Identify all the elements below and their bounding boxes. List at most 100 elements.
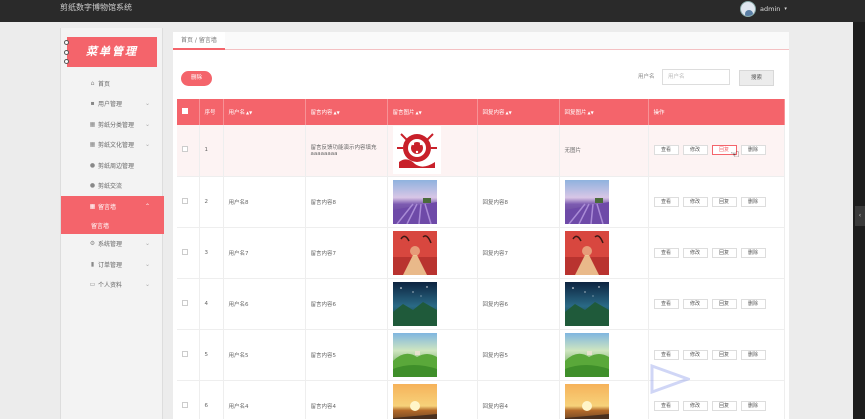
sort-icon[interactable]: ▲▼ — [334, 110, 340, 115]
row-checkbox[interactable] — [182, 197, 188, 204]
delete-button[interactable]: 删除 — [740, 247, 766, 258]
edit-button[interactable]: 修改 — [682, 298, 708, 309]
reply-button[interactable]: 回复 — [711, 196, 737, 207]
sidebar-item[interactable]: ● 剪纸周边管理 — [61, 155, 164, 176]
view-button[interactable]: 查看 — [653, 400, 679, 411]
message-image[interactable] — [392, 230, 437, 275]
row-number: 1 — [199, 125, 224, 177]
column-header[interactable]: 留言图片▲▼ — [387, 99, 478, 125]
reply-image[interactable] — [564, 332, 609, 377]
edit-button[interactable]: 修改 — [682, 247, 708, 258]
reply-button[interactable]: 回复 — [711, 349, 737, 360]
row-select-cell[interactable] — [177, 329, 200, 381]
select-all-checkbox[interactable] — [182, 108, 188, 114]
chevron-down-icon[interactable]: ⌄ — [145, 121, 150, 128]
column-header[interactable]: 回复图片▲▼ — [559, 99, 649, 125]
sidebar-item[interactable]: ▭ 个人资料 ⌄ — [61, 275, 164, 296]
batch-delete-button[interactable]: 删除 — [181, 71, 212, 86]
row-select-cell[interactable] — [177, 278, 200, 330]
username-cell — [223, 125, 306, 177]
sidebar-subitem[interactable]: 留言墙 — [61, 216, 164, 234]
delete-button[interactable]: 删除 — [740, 145, 766, 156]
chevron-down-icon[interactable]: ⌄ — [145, 141, 150, 148]
reply-button[interactable]: 回复 — [711, 247, 737, 258]
delete-button[interactable]: 删除 — [740, 298, 766, 309]
username[interactable]: admin — [760, 5, 780, 13]
reply-image[interactable] — [564, 281, 609, 326]
username-cell: 用户名4 — [223, 380, 306, 419]
avatar[interactable] — [740, 1, 756, 17]
sort-icon[interactable]: ▲▼ — [416, 110, 422, 115]
edit-button[interactable]: 修改 — [682, 400, 708, 411]
chevron-up-icon[interactable]: ⌃ — [145, 203, 150, 210]
reply-image[interactable] — [564, 179, 609, 224]
username-cell: 用户名7 — [223, 227, 306, 279]
row-select-cell[interactable] — [177, 176, 200, 228]
message-image-cell — [387, 125, 478, 177]
row-select-cell[interactable] — [177, 227, 200, 279]
message-image[interactable] — [392, 383, 437, 419]
reply-button[interactable]: 回复 — [711, 400, 737, 411]
row-checkbox[interactable] — [182, 299, 188, 306]
papercut-image[interactable] — [392, 126, 441, 175]
sort-icon[interactable]: ▲▼ — [588, 110, 594, 115]
username-cell: 用户名6 — [223, 278, 306, 330]
delete-button[interactable]: 删除 — [740, 196, 766, 207]
view-button[interactable]: 查看 — [653, 196, 679, 207]
column-header[interactable]: 用户名▲▼ — [223, 99, 306, 125]
row-checkbox[interactable] — [182, 350, 188, 357]
breadcrumb-bar: 首页 / 留言墙 — [173, 32, 789, 50]
search-label: 用户名 — [638, 74, 655, 80]
view-button[interactable]: 查看 — [653, 247, 679, 258]
sidebar-item[interactable]: ▪ 用户管理 ⌄ — [61, 94, 164, 115]
sidebar-item[interactable]: ● 剪纸交流 — [61, 176, 164, 197]
search-button[interactable]: 搜索 — [739, 70, 774, 86]
watermark-logo-icon — [650, 364, 690, 394]
edit-button[interactable]: 修改 — [682, 145, 708, 156]
row-checkbox[interactable] — [182, 248, 188, 255]
user-menu[interactable]: admin ▾ — [740, 0, 787, 18]
chevron-down-icon[interactable]: ⌄ — [145, 240, 150, 247]
select-all-cell[interactable] — [177, 99, 200, 125]
sidebar-item[interactable]: ▦ 剪纸文化管理 ⌄ — [61, 135, 164, 156]
side-collapse-handle[interactable]: ‹ — [855, 206, 865, 226]
message-image[interactable] — [392, 332, 437, 377]
reply-cell: 回复内容8 — [477, 176, 560, 228]
message-image[interactable] — [392, 281, 437, 326]
sidebar-item[interactable]: ▦ 剪纸分类管理 ⌄ — [61, 114, 164, 135]
message-image[interactable] — [392, 179, 437, 224]
chevron-down-icon[interactable]: ⌄ — [145, 100, 150, 107]
reply-button[interactable]: 回复 — [711, 298, 737, 309]
chevron-down-icon[interactable]: ▾ — [784, 6, 787, 12]
sort-icon[interactable]: ▲▼ — [246, 110, 252, 115]
chevron-down-icon[interactable]: ⌄ — [145, 281, 150, 288]
sort-icon[interactable]: ▲▼ — [506, 110, 512, 115]
sidebar-item[interactable]: ⌂ 首页 — [61, 73, 164, 94]
view-button[interactable]: 查看 — [653, 298, 679, 309]
sidebar-item-label: 剪纸文化管理 — [98, 142, 135, 150]
actions-cell: 查看 修改 回复 删除 — [648, 176, 785, 228]
reply-image[interactable] — [564, 383, 609, 419]
row-select-cell[interactable] — [177, 380, 200, 419]
sidebar-item[interactable]: ▮ 订单管理 ⌄ — [61, 254, 164, 275]
view-button[interactable]: 查看 — [653, 349, 679, 360]
delete-button[interactable]: 删除 — [740, 349, 766, 360]
row-checkbox[interactable] — [182, 401, 188, 408]
breadcrumb[interactable]: 首页 / 留言墙 — [173, 32, 225, 50]
chevron-down-icon[interactable]: ⌄ — [145, 261, 150, 268]
sidebar-item[interactable]: ⚙ 系统管理 ⌄ — [61, 234, 164, 255]
delete-button[interactable]: 删除 — [740, 400, 766, 411]
edit-button[interactable]: 修改 — [682, 349, 708, 360]
reply-image[interactable] — [564, 230, 609, 275]
user-group-icon: ▪ — [90, 100, 95, 108]
column-header[interactable]: 留言内容▲▼ — [305, 99, 388, 125]
view-button[interactable]: 查看 — [653, 145, 679, 156]
sidebar-item[interactable]: ▦ 留言墙 ⌃ — [61, 196, 164, 217]
edit-button[interactable]: 修改 — [682, 196, 708, 207]
column-header[interactable]: 回复内容▲▼ — [477, 99, 560, 125]
reply-image-cell — [559, 176, 649, 228]
search-input[interactable] — [662, 69, 730, 85]
row-checkbox[interactable] — [182, 146, 188, 153]
row-select-cell[interactable] — [177, 125, 200, 177]
sidebar-item-label: 首页 — [98, 80, 111, 88]
